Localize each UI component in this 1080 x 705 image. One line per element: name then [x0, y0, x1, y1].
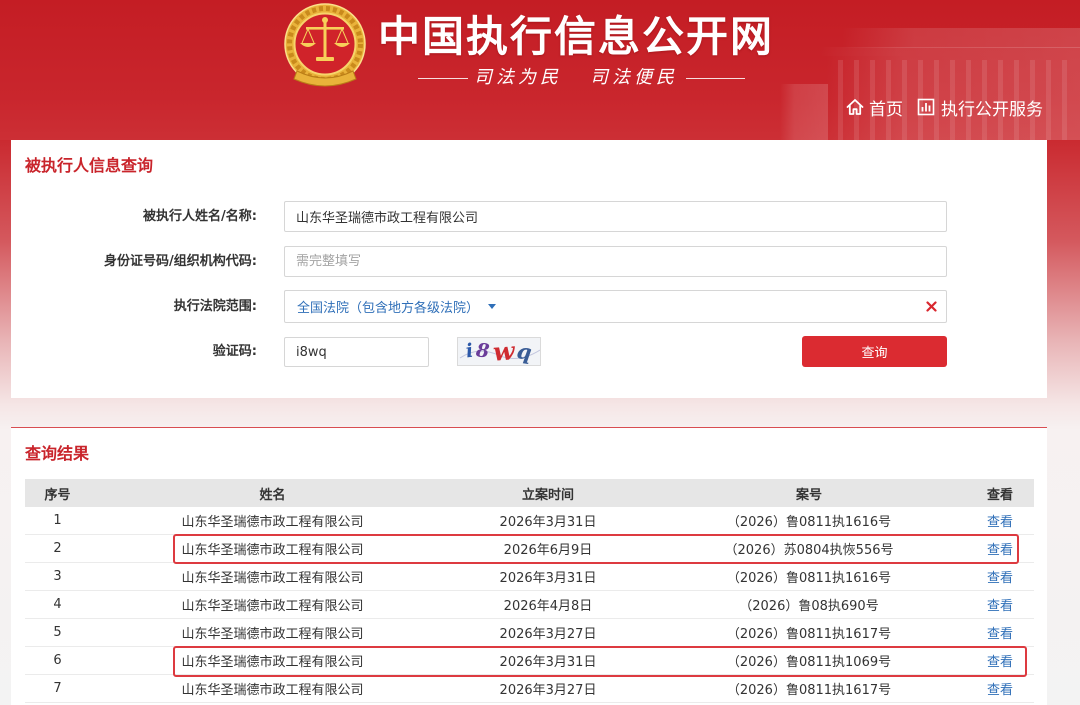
table-row: 2 山东华圣瑞德市政工程有限公司 2026年6月9日 （2026）苏0804执恢…	[25, 534, 1034, 564]
cell-index: 7	[53, 681, 62, 696]
court-scope-selected-value: 全国法院（包含地方各级法院）	[297, 301, 480, 316]
captcha-char: q	[515, 338, 534, 365]
table-row: 3 山东华圣瑞德市政工程有限公司 2026年3月31日 （2026）鲁0811执…	[25, 563, 1034, 591]
cell-name: 山东华圣瑞德市政工程有限公司	[181, 683, 364, 698]
cell-name: 山东华圣瑞德市政工程有限公司	[181, 571, 364, 586]
table-row: 7 山东华圣瑞德市政工程有限公司 2026年3月27日 （2026）鲁0811执…	[25, 675, 1034, 703]
cell-case-number: （2026）鲁0811执1616号	[726, 571, 892, 586]
court-scope-field-label: 执行法院范围:	[173, 299, 257, 314]
view-link[interactable]: 查看	[987, 683, 1013, 698]
view-link[interactable]: 查看	[987, 627, 1013, 642]
site-title: 中国执行信息公开网	[378, 12, 775, 61]
results-table: 序号 姓名 立案时间 案号 查看 1 山东华圣瑞德市政工程有限公司 2026年3…	[25, 479, 1034, 703]
cell-view: 查看	[977, 511, 1034, 530]
id-code-field-label: 身份证号码/组织机构代码:	[104, 254, 257, 269]
cell-index: 1	[53, 513, 62, 528]
query-form-title: 被执行人信息查询	[25, 156, 154, 175]
view-link[interactable]: 查看	[987, 599, 1013, 614]
cell-view: 查看	[977, 595, 1034, 614]
column-header-case-number: 案号	[795, 487, 822, 503]
cell-filing-date: 2026年3月31日	[499, 655, 597, 670]
nav-item-enforcement-services[interactable]: 执行公开服务	[917, 96, 1043, 120]
cell-filing-date: 2026年3月31日	[499, 515, 597, 530]
table-row: 5 山东华圣瑞德市政工程有限公司 2026年3月27日 （2026）鲁0811执…	[25, 619, 1034, 647]
cell-case-number: （2026）鲁08执690号	[739, 599, 879, 614]
captcha-char: w	[491, 337, 516, 366]
view-link[interactable]: 查看	[987, 571, 1013, 586]
view-link[interactable]: 查看	[987, 515, 1013, 530]
cell-index: 6	[53, 653, 62, 668]
home-icon	[846, 99, 864, 115]
cell-name: 山东华圣瑞德市政工程有限公司	[181, 599, 364, 614]
column-header-filing-date: 立案时间	[521, 487, 574, 503]
cell-name: 山东华圣瑞德市政工程有限公司	[181, 655, 364, 670]
search-button[interactable]: 查询	[802, 336, 947, 367]
cell-filing-date: 2026年3月27日	[499, 683, 597, 698]
court-scope-select[interactable]: 全国法院（包含地方各级法院）	[284, 290, 947, 323]
cell-view: 查看	[977, 623, 1034, 642]
results-panel: 查询结果 序号 姓名 立案时间 案号 查看 1 山东华圣瑞德市政工程有限公司 2…	[11, 427, 1047, 705]
cell-index: 4	[53, 597, 62, 612]
id-code-input[interactable]	[284, 246, 947, 277]
slogan-rule-left	[418, 77, 468, 79]
cell-name: 山东华圣瑞德市政工程有限公司	[181, 515, 364, 530]
cell-filing-date: 2026年6月9日	[503, 543, 593, 558]
cell-index: 2	[53, 541, 62, 556]
bar-chart-icon	[917, 98, 935, 116]
site-slogan: 司法为民 司法便民	[418, 67, 745, 89]
slogan-rule-right	[686, 77, 745, 79]
nav-item-home-label: 首页	[869, 99, 903, 120]
cell-view: 查看	[977, 679, 1034, 698]
cell-case-number: （2026）鲁0811执1069号	[726, 655, 892, 670]
close-icon[interactable]	[926, 301, 937, 312]
name-input[interactable]	[284, 201, 947, 232]
captcha-field-label: 验证码:	[212, 344, 257, 359]
cell-case-number: （2026）苏0804执恢556号	[724, 543, 894, 558]
cell-view: 查看	[977, 567, 1034, 586]
column-header-index: 序号	[44, 487, 71, 503]
cell-name: 山东华圣瑞德市政工程有限公司	[181, 543, 364, 558]
results-title: 查询结果	[25, 444, 90, 463]
cell-name: 山东华圣瑞德市政工程有限公司	[181, 627, 364, 642]
nav-item-home[interactable]: 首页	[846, 96, 903, 120]
cell-case-number: （2026）鲁0811执1616号	[726, 515, 892, 530]
captcha-image[interactable]: i 8 w q	[457, 337, 541, 366]
cell-case-number: （2026）鲁0811执1617号	[726, 627, 892, 642]
slogan-text-right: 司法便民	[590, 67, 678, 88]
captcha-char: 8	[475, 339, 491, 363]
cell-filing-date: 2026年3月31日	[499, 571, 597, 586]
view-link[interactable]: 查看	[987, 543, 1013, 558]
column-header-name: 姓名	[259, 487, 286, 503]
cell-case-number: （2026）鲁0811执1617号	[726, 683, 892, 698]
cell-index: 3	[53, 569, 62, 584]
cell-view: 查看	[977, 651, 1034, 670]
court-emblem-icon	[281, 3, 369, 91]
slogan-text-left: 司法为民	[474, 67, 562, 88]
table-header-row: 序号 姓名 立案时间 案号 查看	[25, 479, 1034, 507]
cell-view: 查看	[977, 539, 1034, 558]
cell-filing-date: 2026年4月8日	[503, 599, 593, 614]
cell-filing-date: 2026年3月27日	[499, 627, 597, 642]
nav-item-enforcement-services-label: 执行公开服务	[941, 99, 1043, 120]
table-row: 4 山东华圣瑞德市政工程有限公司 2026年4月8日 （2026）鲁08执690…	[25, 591, 1034, 619]
table-row: 6 山东华圣瑞德市政工程有限公司 2026年3月31日 （2026）鲁0811执…	[25, 646, 1034, 677]
query-form-panel: 被执行人信息查询 被执行人姓名/名称: 身份证号码/组织机构代码: 执行法院范围…	[11, 140, 1047, 398]
caret-down-icon	[488, 304, 497, 309]
site-header: 中国执行信息公开网 司法为民 司法便民 首页 执行公开服务	[0, 0, 1080, 140]
captcha-input[interactable]	[284, 337, 429, 367]
table-row: 1 山东华圣瑞德市政工程有限公司 2026年3月31日 （2026）鲁0811执…	[25, 507, 1034, 535]
column-header-view: 查看	[986, 487, 1013, 503]
view-link[interactable]: 查看	[987, 655, 1013, 670]
name-field-label: 被执行人姓名/名称:	[143, 209, 257, 224]
cell-index: 5	[53, 625, 62, 640]
